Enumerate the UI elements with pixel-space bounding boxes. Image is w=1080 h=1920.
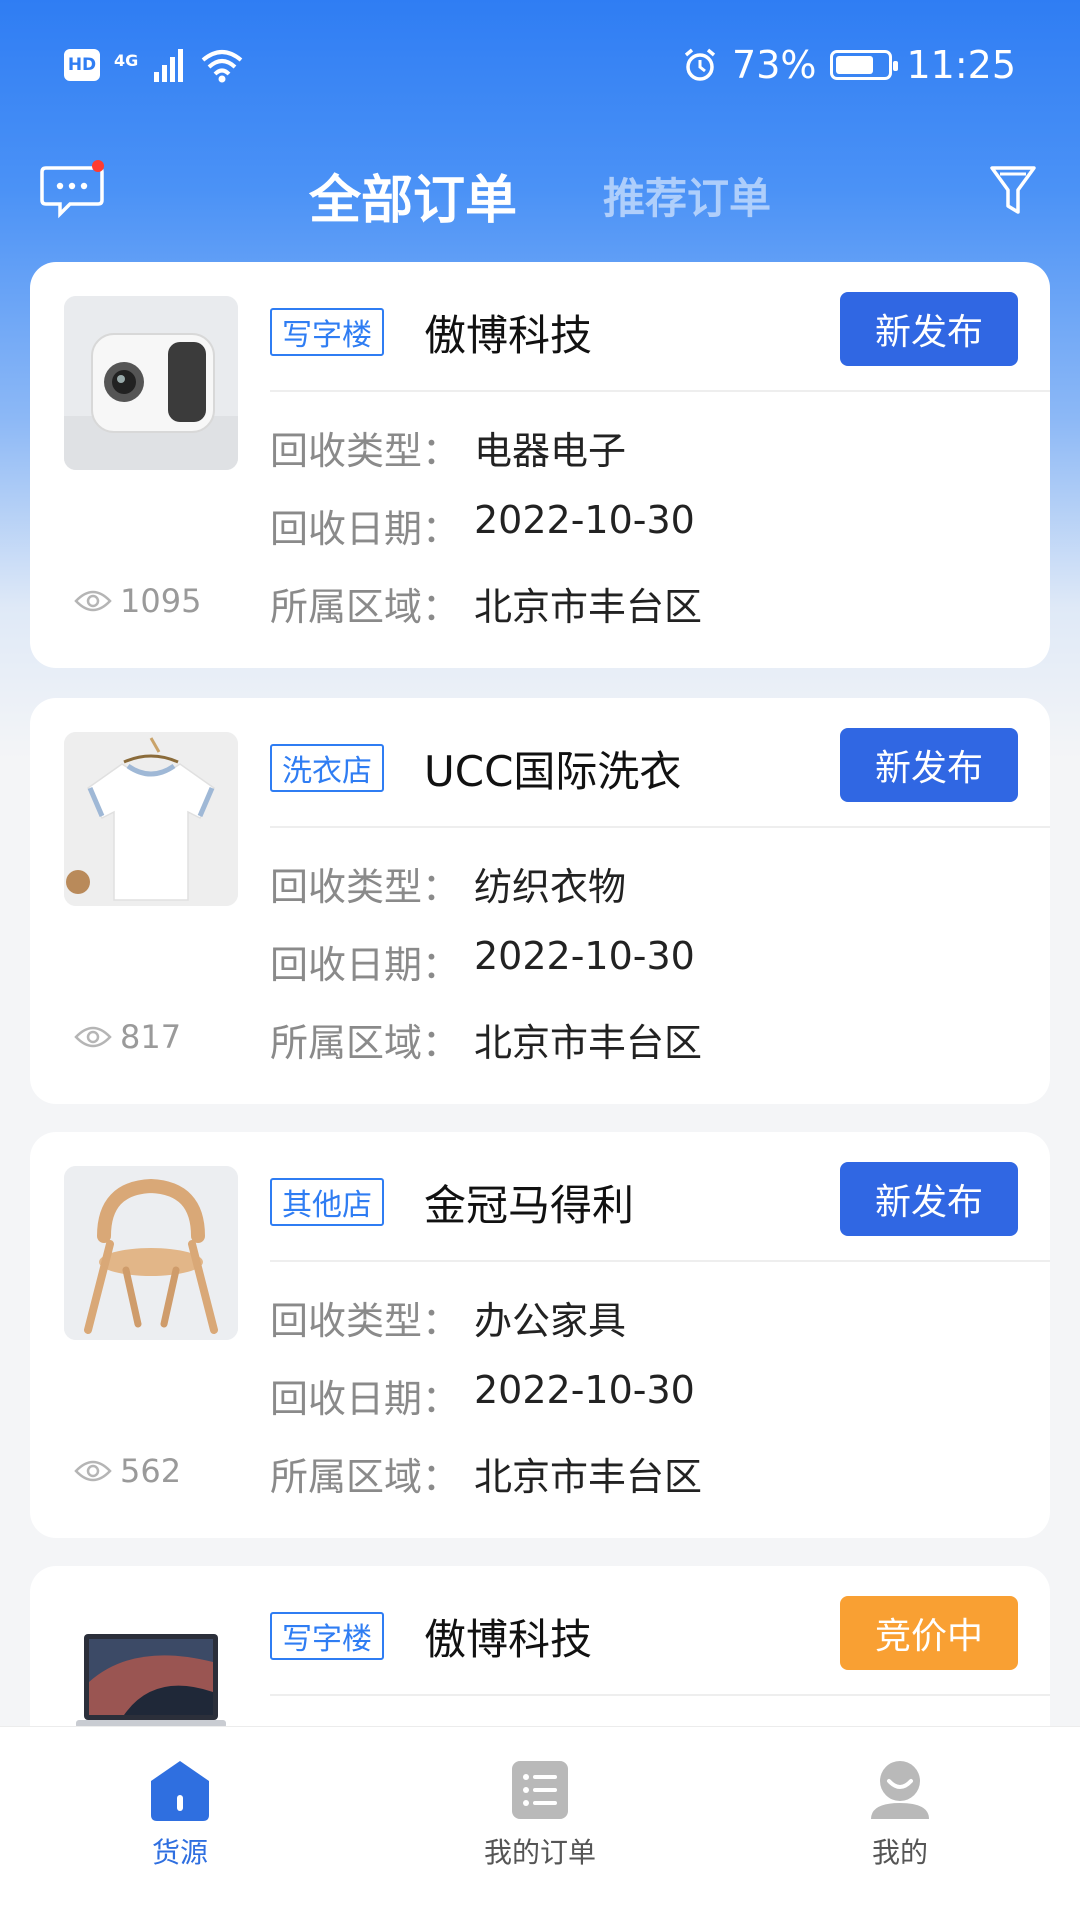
wifi-icon xyxy=(201,50,243,83)
nav-label-my-orders: 我的订单 xyxy=(483,1836,596,1869)
battery-percent: 73% xyxy=(732,43,817,87)
message-button[interactable] xyxy=(40,160,106,222)
list-icon xyxy=(512,1761,568,1819)
store-type-tag: 写字楼 xyxy=(270,308,384,356)
store-type-tag: 洗衣店 xyxy=(270,744,384,792)
tab-all-orders[interactable]: 全部订单 xyxy=(309,158,517,233)
area-value: 北京市丰台区 xyxy=(474,1455,703,1499)
recycle-date-value: 2022-10-30 xyxy=(474,1368,695,1412)
status-bar: HD 4G 73% 11:25 xyxy=(0,0,1080,130)
divider xyxy=(270,1260,1050,1262)
store-type-tag: 写字楼 xyxy=(270,1612,384,1660)
nav-item-supply[interactable]: 货源 xyxy=(0,1727,360,1920)
tab-recommended-orders[interactable]: 推荐订单 xyxy=(603,165,771,226)
company-name: UCC国际洗衣 xyxy=(424,747,682,796)
area-label: 所属区域： xyxy=(270,585,461,629)
area-row: 所属区域： 北京市丰台区 xyxy=(270,1012,702,1067)
order-card[interactable]: 写字楼 傲博科技 竞价中 xyxy=(30,1566,1050,1726)
view-count: 817 xyxy=(74,1018,181,1056)
product-thumbnail xyxy=(64,1166,238,1340)
nav-label-profile: 我的 xyxy=(871,1836,928,1869)
status-badge[interactable]: 竞价中 xyxy=(840,1596,1018,1670)
area-value: 北京市丰台区 xyxy=(474,1021,703,1065)
recycle-date-row: 回收日期： 2022-10-30 xyxy=(270,498,695,553)
status-badge[interactable]: 新发布 xyxy=(840,728,1018,802)
company-name: 金冠马得利 xyxy=(424,1181,635,1230)
order-card[interactable]: 817 洗衣店 UCC国际洗衣 新发布 回收类型： 纺织衣物 回收日期： 202… xyxy=(30,698,1050,1104)
recycle-date-row: 回收日期： 2022-10-30 xyxy=(270,934,695,989)
recycle-type-row: 回收类型： 办公家具 xyxy=(270,1290,626,1345)
divider xyxy=(270,1694,1050,1696)
nav-item-profile[interactable]: 我的 xyxy=(720,1727,1080,1920)
projector-image xyxy=(64,296,238,470)
nav-item-my-orders[interactable]: 我的订单 xyxy=(360,1727,720,1920)
battery-level xyxy=(836,56,873,74)
recycle-date-row: 回收日期： 2022-10-30 xyxy=(270,1368,695,1423)
company-name: 傲博科技 xyxy=(424,1615,593,1664)
company-name: 傲博科技 xyxy=(424,311,593,360)
recycle-type-label: 回收类型： xyxy=(270,1299,461,1343)
clock-time: 11:25 xyxy=(906,43,1016,87)
hd-icon: HD xyxy=(64,49,100,81)
signal-icon xyxy=(154,49,184,82)
view-count-value: 562 xyxy=(120,1452,182,1490)
network-type: 4G xyxy=(114,51,139,70)
order-card[interactable]: 1095 写字楼 傲博科技 新发布 回收类型： 电器电子 回收日期： 2022-… xyxy=(30,262,1050,668)
view-count-value: 817 xyxy=(120,1018,182,1056)
chair-image xyxy=(64,1166,238,1340)
recycle-type-label: 回收类型： xyxy=(270,865,461,909)
recycle-date-label: 回收日期： xyxy=(270,943,461,987)
status-badge[interactable]: 新发布 xyxy=(840,1162,1018,1236)
product-thumbnail xyxy=(64,1622,238,1726)
status-badge[interactable]: 新发布 xyxy=(840,292,1018,366)
filter-button[interactable] xyxy=(988,160,1038,220)
recycle-type-row: 回收类型： 纺织衣物 xyxy=(270,856,626,911)
laptop-image xyxy=(64,1622,238,1726)
view-count: 562 xyxy=(74,1452,181,1490)
area-label: 所属区域： xyxy=(270,1021,461,1065)
tshirt-image xyxy=(64,732,238,906)
area-label: 所属区域： xyxy=(270,1455,461,1499)
divider xyxy=(270,390,1050,392)
divider xyxy=(270,826,1050,828)
filter-icon xyxy=(990,166,1036,214)
recycle-type-label: 回收类型： xyxy=(270,429,461,473)
store-type-tag: 其他店 xyxy=(270,1178,384,1226)
recycle-date-label: 回收日期： xyxy=(270,507,461,551)
eye-icon xyxy=(74,1460,112,1482)
profile-icon xyxy=(871,1761,929,1819)
view-count-value: 1095 xyxy=(120,582,202,620)
unread-dot xyxy=(92,160,104,172)
recycle-type-row: 回收类型： 电器电子 xyxy=(270,420,626,475)
area-value: 北京市丰台区 xyxy=(474,585,703,629)
eye-icon xyxy=(74,1026,112,1048)
product-thumbnail xyxy=(64,296,238,470)
recycle-type-value: 办公家具 xyxy=(474,1299,627,1343)
home-icon xyxy=(151,1761,209,1821)
area-row: 所属区域： 北京市丰台区 xyxy=(270,1446,702,1501)
area-row: 所属区域： 北京市丰台区 xyxy=(270,576,702,631)
recycle-date-label: 回收日期： xyxy=(270,1377,461,1421)
recycle-date-value: 2022-10-30 xyxy=(474,934,695,978)
recycle-type-value: 电器电子 xyxy=(474,429,627,473)
app-header: 全部订单 推荐订单 xyxy=(0,140,1080,250)
alarm-icon xyxy=(684,48,716,81)
order-list: 1095 写字楼 傲博科技 新发布 回收类型： 电器电子 回收日期： 2022-… xyxy=(30,262,1050,1726)
recycle-date-value: 2022-10-30 xyxy=(474,498,695,542)
bottom-nav: 货源 我的订单 我的 xyxy=(0,1726,1080,1920)
recycle-type-value: 纺织衣物 xyxy=(474,865,627,909)
battery-icon xyxy=(830,50,899,80)
product-thumbnail xyxy=(64,732,238,906)
view-count: 1095 xyxy=(74,582,201,620)
eye-icon xyxy=(74,590,112,612)
nav-label-supply: 货源 xyxy=(151,1836,208,1869)
order-card[interactable]: 562 其他店 金冠马得利 新发布 回收类型： 办公家具 回收日期： 2022-… xyxy=(30,1132,1050,1538)
